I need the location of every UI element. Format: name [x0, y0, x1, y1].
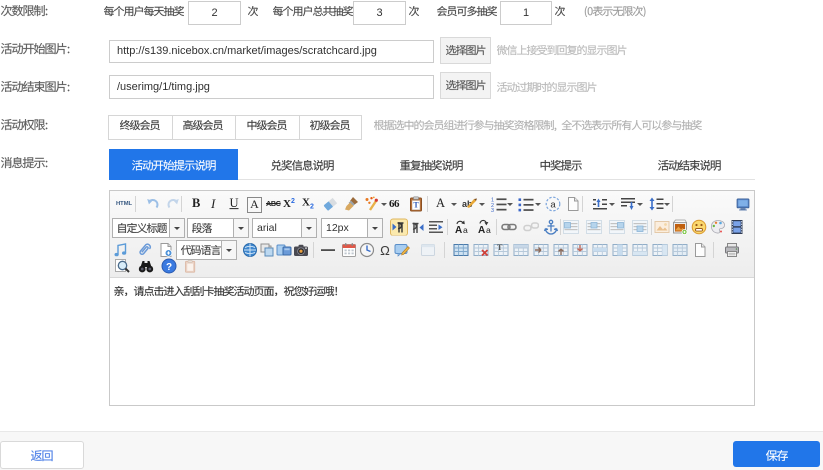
svg-text:A: A [455, 225, 462, 235]
svg-text:T: T [497, 243, 503, 252]
svg-text:?: ? [166, 262, 172, 273]
svg-text:a: a [486, 225, 491, 235]
svg-text:3: 3 [491, 208, 494, 212]
svg-text:T: T [413, 201, 419, 210]
svg-text:A: A [478, 225, 485, 235]
svg-text:Ω: Ω [380, 243, 390, 258]
svg-text:a: a [550, 199, 556, 210]
svg-text:a: a [463, 225, 468, 235]
